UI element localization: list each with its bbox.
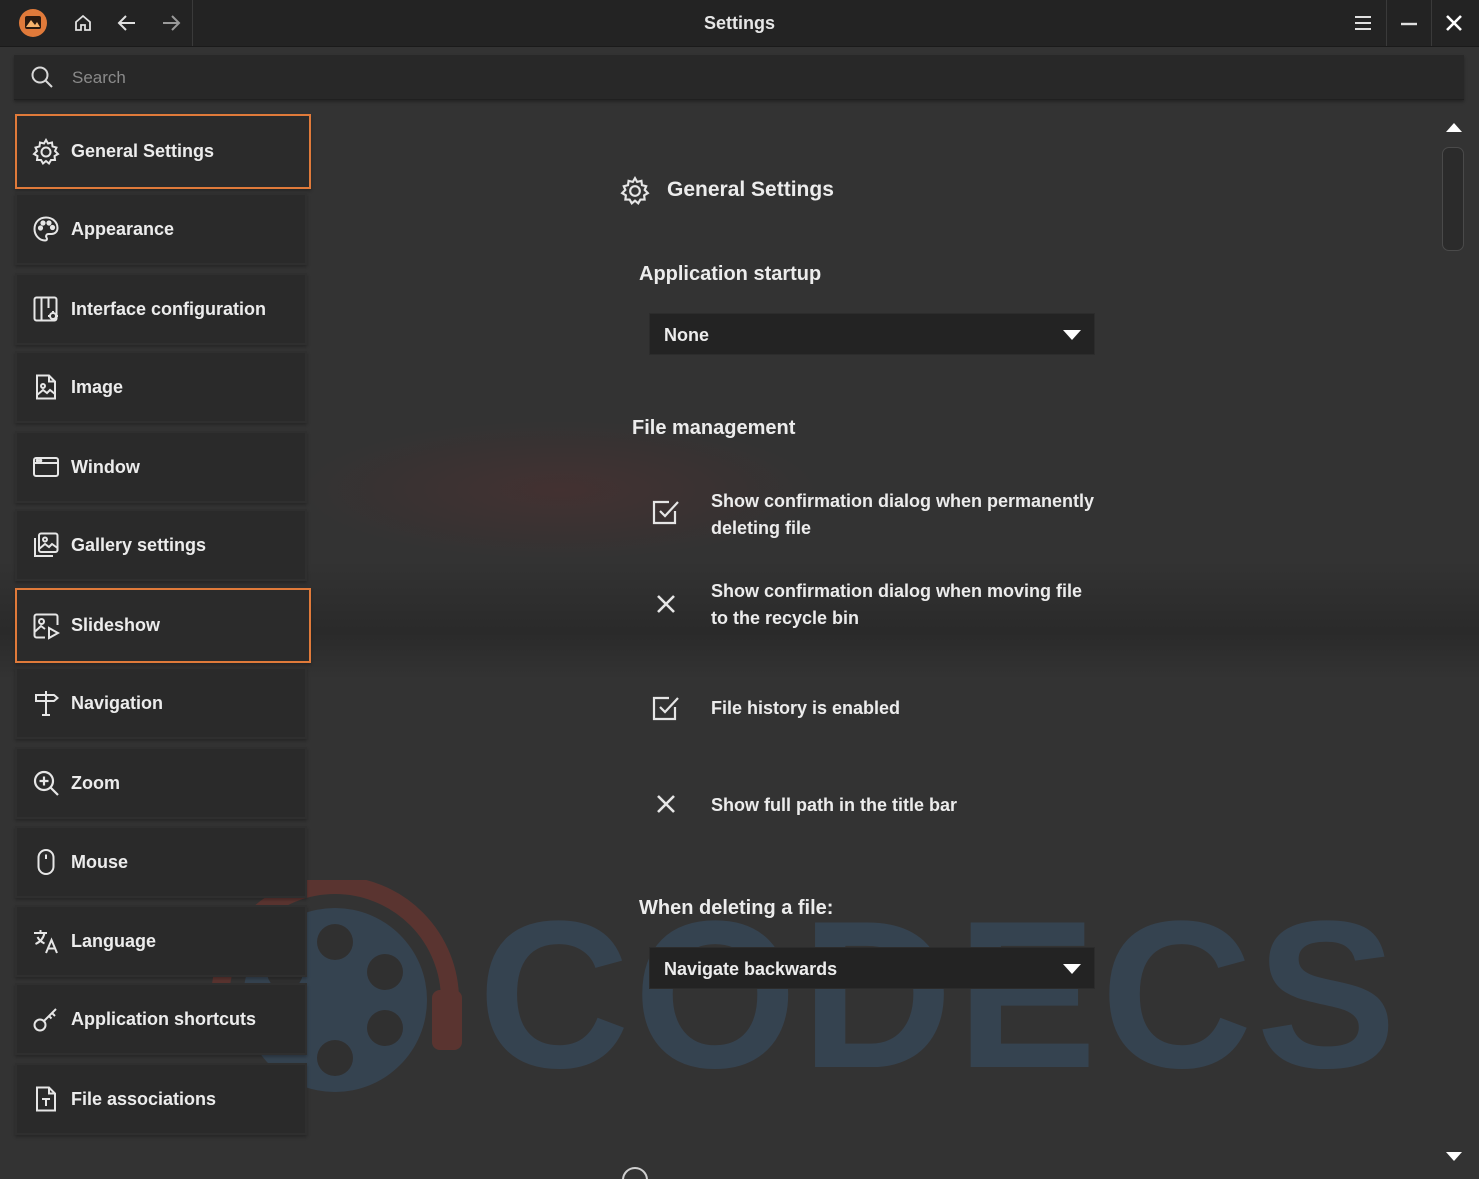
sidebar-item-application-shortcuts[interactable]: Application shortcuts (15, 983, 307, 1055)
next-section-icon (620, 1165, 650, 1179)
sidebar-item-label: Gallery settings (71, 534, 207, 555)
page-title: General Settings (667, 178, 834, 201)
unchecked-x-icon[interactable] (650, 588, 682, 620)
signpost-icon (31, 688, 61, 718)
mouse-icon (31, 847, 61, 877)
scroll-down-arrow-icon[interactable] (1445, 1150, 1463, 1168)
sidebar-item-file-associations[interactable]: File associations (15, 1063, 307, 1135)
sidebar-item-label: File associations (71, 1088, 217, 1109)
translate-icon (31, 926, 61, 956)
sidebar-item-label: Language (71, 930, 157, 951)
scrollbar-thumb[interactable] (1442, 147, 1464, 251)
delete-behavior-dropdown[interactable]: Navigate backwards (649, 947, 1095, 989)
title-bar: Settings (0, 0, 1479, 47)
window-icon (31, 452, 61, 482)
sidebar-item-interface-configuration[interactable]: Interface configuration (15, 273, 307, 345)
sidebar-item-slideshow[interactable]: Slideshow (15, 588, 311, 663)
menu-icon[interactable] (1342, 0, 1384, 46)
sidebar-item-appearance[interactable]: Appearance (15, 193, 307, 265)
chevron-down-icon (1062, 328, 1082, 347)
checkbox-checked-icon[interactable] (650, 692, 682, 724)
delete-behavior-heading: When deleting a file: (639, 897, 834, 919)
slideshow-icon (31, 611, 61, 641)
sidebar-item-mouse[interactable]: Mouse (15, 826, 307, 898)
minimize-icon[interactable] (1388, 0, 1430, 46)
option-label: File history is enabled (711, 698, 901, 718)
layout-gear-icon (31, 294, 61, 324)
sidebar-item-label: Appearance (71, 218, 175, 239)
sidebar-item-label: Slideshow (71, 615, 161, 635)
sidebar-item-image[interactable]: Image (15, 351, 307, 423)
close-icon[interactable] (1433, 0, 1475, 46)
option-confirm-permanent-delete[interactable]: Show confirmation dialog when permanentl… (650, 488, 1110, 548)
sidebar-item-navigation[interactable]: Navigation (15, 667, 307, 739)
gear-icon (620, 175, 650, 211)
startup-dropdown[interactable]: None (649, 313, 1095, 355)
option-confirm-recycle-bin[interactable]: Show confirmation dialog when moving fil… (650, 578, 1110, 638)
file-management-heading: File management (632, 417, 796, 439)
sidebar-item-label: Zoom (71, 772, 120, 793)
window-title: Settings (703, 13, 775, 33)
option-full-path-title[interactable]: Show full path in the title bar (650, 792, 1110, 826)
sidebar-item-zoom[interactable]: Zoom (15, 747, 307, 819)
gear-icon (31, 137, 61, 167)
startup-dropdown-value: None (664, 325, 709, 345)
search-input[interactable] (70, 55, 1434, 101)
sidebar-item-label: Image (71, 376, 124, 397)
sidebar-item-window[interactable]: Window (15, 431, 307, 503)
palette-icon (31, 214, 61, 244)
sidebar-item-label: Mouse (71, 851, 129, 872)
search-bar (14, 55, 1464, 101)
startup-heading: Application startup (639, 263, 822, 285)
sidebar-item-gallery-settings[interactable]: Gallery settings (15, 509, 307, 581)
sidebar-item-label: Application shortcuts (71, 1008, 257, 1029)
file-link-icon (31, 1084, 61, 1114)
key-icon (31, 1004, 61, 1034)
zoom-in-icon (31, 768, 61, 798)
sidebar-item-general-settings[interactable]: General Settings (15, 114, 311, 189)
sidebar-item-label: Interface configuration (71, 298, 267, 319)
option-label: Show confirmation dialog when moving fil… (711, 581, 1083, 628)
checkbox-checked-icon[interactable] (650, 496, 682, 528)
chevron-down-icon (1062, 962, 1082, 981)
delete-behavior-dropdown-value: Navigate backwards (664, 959, 838, 979)
image-file-icon (31, 372, 61, 402)
option-label: Show full path in the title bar (711, 795, 957, 815)
sidebar-item-language[interactable]: Language (15, 905, 307, 977)
sidebar-item-label: Navigation (71, 692, 164, 713)
gallery-icon (31, 530, 61, 560)
settings-content: General Settings Application startup Non… (320, 110, 1430, 1179)
option-label: Show confirmation dialog when permanentl… (711, 491, 1095, 538)
sidebar-item-label: Window (71, 456, 140, 477)
search-icon (30, 65, 54, 94)
sidebar-item-label: General Settings (71, 141, 215, 161)
scroll-up-arrow-icon[interactable] (1445, 120, 1463, 138)
unchecked-x-icon[interactable] (650, 788, 682, 820)
option-file-history[interactable]: File history is enabled (650, 695, 1110, 729)
